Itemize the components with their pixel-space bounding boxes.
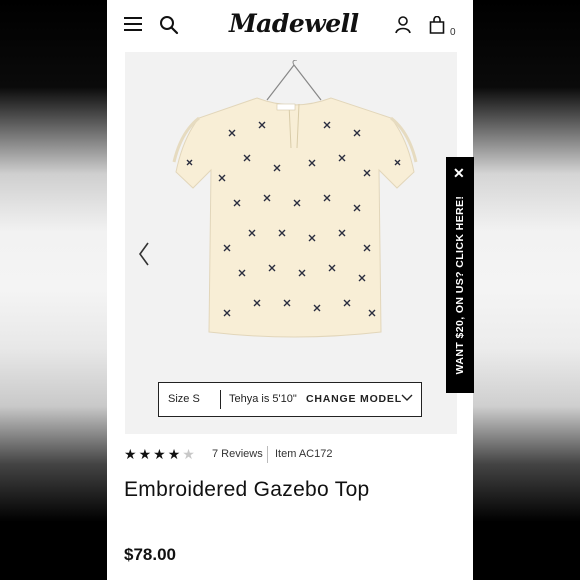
item-number: Item AC172 <box>275 448 333 460</box>
product-price: $78.00 <box>124 545 176 564</box>
star-icon: ★ <box>153 446 168 462</box>
rating-row: ★★★★★ 7 Reviews Item AC172 <box>124 446 464 464</box>
promo-tab[interactable]: ✕ WANT $20, ON US? CLICK HERE! <box>446 157 474 393</box>
blurred-background-right <box>473 0 580 580</box>
star-rating[interactable]: ★★★★★ <box>124 446 197 463</box>
change-model-bar[interactable]: Size S Tehya is 5'10" CHANGE MODEL <box>158 382 422 417</box>
search-icon[interactable] <box>159 15 179 35</box>
star-icon: ★ <box>138 446 154 462</box>
promo-text[interactable]: WANT $20, ON US? CLICK HERE! <box>454 180 466 390</box>
product-page: Madewell 0 Size S Tehya is 5'10" CHANGE … <box>107 0 473 580</box>
model-size: Size S <box>168 393 200 405</box>
user-icon[interactable] <box>395 16 411 34</box>
star-icon: ★ <box>124 446 139 462</box>
product-image-gallery[interactable] <box>125 52 457 434</box>
star-icon: ★ <box>167 446 183 462</box>
brand-logo[interactable]: Madewell <box>229 9 359 38</box>
divider <box>267 446 268 463</box>
product-image <box>172 60 418 338</box>
reviews-link[interactable]: 7 Reviews <box>212 448 263 460</box>
change-model-button[interactable]: CHANGE MODEL <box>306 393 402 405</box>
model-height: Tehya is 5'10" <box>229 393 297 405</box>
close-icon[interactable]: ✕ <box>453 166 465 180</box>
chevron-down-icon[interactable] <box>401 393 413 403</box>
blurred-background-left <box>0 0 107 580</box>
site-header: Madewell 0 <box>107 0 473 52</box>
chevron-left-icon[interactable] <box>137 240 151 268</box>
menu-icon[interactable] <box>124 17 142 31</box>
shopping-bag-icon[interactable] <box>429 16 445 34</box>
product-title: Embroidered Gazebo Top <box>124 478 370 501</box>
divider <box>220 390 221 409</box>
bag-count: 0 <box>450 27 456 38</box>
star-icon: ★ <box>182 446 197 462</box>
